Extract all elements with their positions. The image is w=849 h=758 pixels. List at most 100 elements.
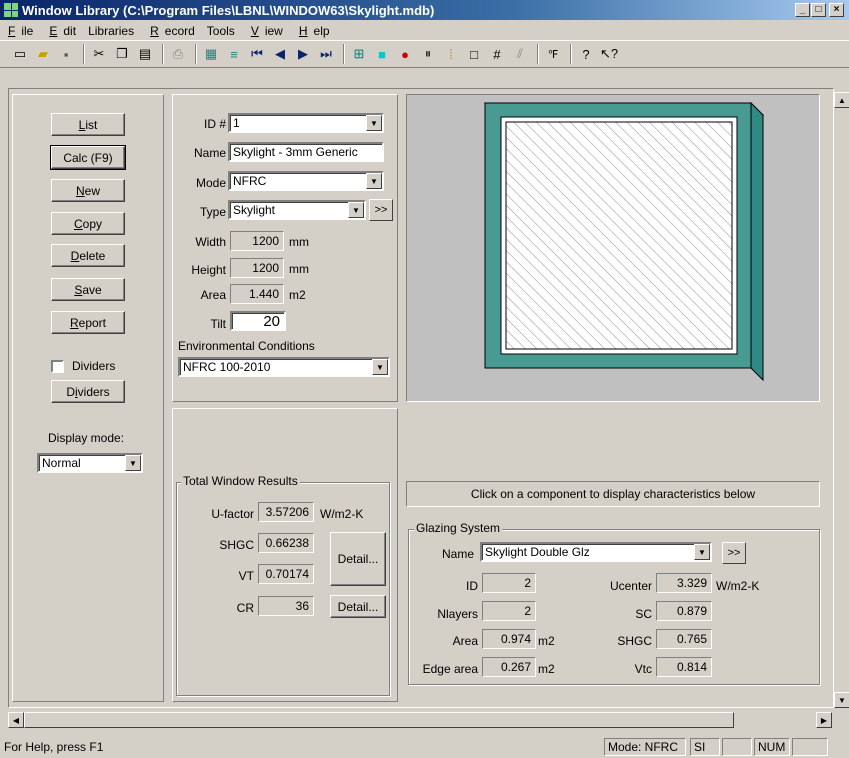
menu-edit[interactable]: Edit bbox=[39, 24, 82, 38]
app-icon bbox=[4, 3, 18, 17]
menu-libraries[interactable]: Libraries bbox=[82, 24, 140, 38]
help-icon[interactable]: ? bbox=[576, 44, 596, 64]
scroll-up-icon[interactable]: ▲ bbox=[834, 92, 849, 108]
divider-icon[interactable]: # bbox=[487, 44, 507, 64]
type-select[interactable]: Skylight ▼ bbox=[228, 200, 366, 220]
toolbar-separator bbox=[162, 44, 164, 64]
shading-icon[interactable]: ⁞ bbox=[441, 44, 461, 64]
copy-button[interactable]: Copy bbox=[51, 212, 125, 235]
ufactor-unit: W/m2-K bbox=[320, 507, 364, 521]
height-unit: mm bbox=[289, 262, 309, 276]
new-button[interactable]: New bbox=[51, 179, 125, 202]
status-empty-cell bbox=[722, 738, 752, 756]
print-icon[interactable]: ⎙ bbox=[168, 44, 188, 64]
glazing-id-value: 2 bbox=[482, 573, 536, 593]
glazing-icon[interactable]: ■ bbox=[372, 44, 392, 64]
paste-icon[interactable]: ▤ bbox=[135, 44, 155, 64]
mode-select[interactable]: NFRC ▼ bbox=[228, 171, 384, 191]
detail-button-1[interactable]: Detail... bbox=[330, 532, 386, 586]
grid-view-icon[interactable]: ▦ bbox=[201, 44, 221, 64]
env-conditions-label: Environmental Conditions bbox=[178, 339, 315, 353]
menu-record[interactable]: Record bbox=[140, 24, 201, 38]
list-view-icon[interactable]: ≡ bbox=[224, 44, 244, 64]
horizontal-scroll-thumb[interactable] bbox=[24, 712, 734, 728]
ucenter-label: Ucenter bbox=[609, 579, 652, 593]
height-value: 1200 bbox=[230, 258, 284, 278]
list-button[interactable]: List bbox=[51, 113, 125, 136]
chevron-down-icon[interactable]: ▼ bbox=[366, 115, 382, 131]
id-value: 1 bbox=[233, 116, 240, 130]
chevron-down-icon[interactable]: ▼ bbox=[372, 359, 388, 375]
type-more-button[interactable]: >> bbox=[369, 199, 393, 221]
first-record-icon[interactable]: ⏮ bbox=[247, 44, 267, 64]
menu-view[interactable]: View bbox=[241, 24, 289, 38]
units-icon[interactable]: ℉ bbox=[543, 44, 563, 64]
prev-record-icon[interactable]: ◀ bbox=[270, 44, 290, 64]
window-title: Window Library (C:\Program Files\LBNL\WI… bbox=[22, 2, 435, 18]
glazing-hatch bbox=[505, 121, 733, 350]
scroll-down-icon[interactable]: ▼ bbox=[834, 692, 849, 708]
tilt-input[interactable]: 20 bbox=[230, 311, 286, 331]
scroll-left-icon[interactable]: ◀ bbox=[8, 712, 24, 728]
area-label: Area bbox=[200, 288, 226, 302]
glazing-shgc-value: 0.765 bbox=[656, 629, 712, 649]
new-file-icon[interactable]: ▭ bbox=[10, 44, 30, 64]
chevron-down-icon[interactable]: ▼ bbox=[348, 202, 364, 218]
last-record-icon[interactable]: ⏭ bbox=[316, 44, 336, 64]
vtc-value: 0.814 bbox=[656, 657, 712, 677]
results-title: Total Window Results bbox=[181, 474, 300, 488]
glazing-name-value: Skylight Double Glz bbox=[485, 545, 590, 559]
delete-button[interactable]: Delete bbox=[51, 244, 125, 267]
cut-icon[interactable]: ✂ bbox=[89, 44, 109, 64]
chevron-down-icon[interactable]: ▼ bbox=[125, 455, 141, 471]
cr-value: 36 bbox=[258, 596, 314, 616]
component-hint: Click on a component to display characte… bbox=[406, 481, 820, 507]
dividers-checkbox[interactable] bbox=[51, 360, 64, 373]
name-input[interactable]: Skylight - 3mm Generic bbox=[228, 142, 384, 162]
context-help-icon[interactable]: ↖? bbox=[599, 44, 619, 64]
sc-value: 0.879 bbox=[656, 601, 712, 621]
scroll-right-icon[interactable]: ▶ bbox=[816, 712, 832, 728]
chevron-down-icon[interactable]: ▼ bbox=[366, 173, 382, 189]
environment-icon[interactable]: ⫽ bbox=[510, 44, 530, 64]
glazing-name-select[interactable]: Skylight Double Glz ▼ bbox=[480, 542, 712, 562]
menu-tools[interactable]: Tools bbox=[201, 24, 241, 38]
dividers-button[interactable]: Di viders bbox=[51, 380, 125, 403]
id-select[interactable]: 1 ▼ bbox=[228, 113, 384, 133]
env-conditions-select[interactable]: NFRC 100-2010 ▼ bbox=[178, 357, 390, 377]
type-value: Skylight bbox=[233, 203, 276, 217]
glazing-title: Glazing System bbox=[414, 521, 503, 535]
frame-icon[interactable]: ⏸ bbox=[418, 44, 438, 64]
env-conditions-value: NFRC 100-2010 bbox=[183, 360, 271, 374]
maximize-button[interactable]: □ bbox=[811, 3, 826, 17]
ufactor-value: 3.57206 bbox=[258, 502, 314, 522]
vt-label: VT bbox=[238, 569, 254, 583]
open-folder-icon[interactable]: ▰ bbox=[33, 44, 53, 64]
cr-label: CR bbox=[236, 601, 254, 615]
display-mode-label: Display mode: bbox=[48, 431, 125, 445]
horizontal-scrollbar[interactable]: ◀ ▶ bbox=[8, 712, 834, 729]
calc-button[interactable]: Calc (F9) bbox=[50, 145, 126, 170]
glazing-id-label: ID bbox=[466, 579, 478, 593]
save-disk-icon[interactable]: ▪ bbox=[56, 44, 76, 64]
id-label: ID # bbox=[203, 117, 226, 131]
status-num: NUM bbox=[754, 738, 790, 756]
minimize-button[interactable]: _ bbox=[795, 3, 810, 17]
next-record-icon[interactable]: ▶ bbox=[293, 44, 313, 64]
glazing-more-button[interactable]: >> bbox=[722, 542, 746, 564]
window-drawing-panel[interactable] bbox=[406, 94, 820, 402]
close-button[interactable]: × bbox=[829, 3, 844, 17]
detail-button-2[interactable]: Detail... bbox=[330, 595, 386, 618]
menu-help[interactable]: Help bbox=[289, 24, 336, 38]
display-mode-select[interactable]: Normal ▼ bbox=[37, 453, 143, 473]
chevron-down-icon[interactable]: ▼ bbox=[694, 544, 710, 560]
menu-file[interactable]: File bbox=[0, 24, 39, 38]
report-button[interactable]: Report bbox=[51, 311, 125, 334]
window-library-icon[interactable]: ⊞ bbox=[349, 44, 369, 64]
frame-library-icon[interactable]: □ bbox=[464, 44, 484, 64]
gas-icon[interactable]: ● bbox=[395, 44, 415, 64]
dividers-checkbox-label: Dividers bbox=[72, 359, 116, 373]
save-button[interactable]: Save bbox=[51, 278, 125, 301]
vertical-scrollbar[interactable]: ▲ ▼ bbox=[833, 92, 849, 708]
copy-icon[interactable]: ❐ bbox=[112, 44, 132, 64]
